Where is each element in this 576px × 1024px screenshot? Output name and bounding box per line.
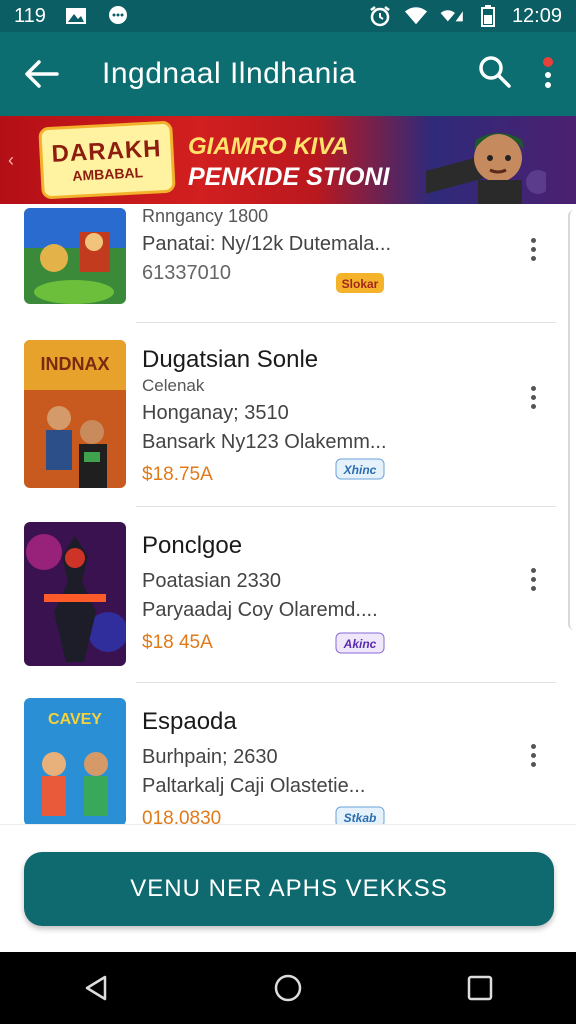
status-bar: 119 12:09 bbox=[0, 0, 576, 32]
list-item[interactable]: Ponclgoe Poatasian 2330 Paryaadaj Coy Ol… bbox=[0, 508, 576, 684]
list-item[interactable]: INDNAX Dugatsian Sonle Celenak Honganay;… bbox=[0, 324, 576, 506]
svg-text:Xhinc: Xhinc bbox=[343, 463, 377, 477]
scrollbar[interactable] bbox=[568, 210, 576, 630]
rating-badge-icon: Slokar bbox=[336, 273, 384, 293]
app-description: Paltarkalj Caji Olastetie... bbox=[142, 775, 366, 797]
divider bbox=[136, 506, 556, 507]
item-menu-button[interactable] bbox=[520, 564, 546, 594]
alarm-icon bbox=[368, 6, 392, 27]
rating-badge-icon: Stkab bbox=[335, 806, 385, 824]
battery-icon bbox=[476, 5, 500, 27]
recents-square-icon[interactable] bbox=[450, 958, 510, 1018]
page-title: Ingdnaal Ilndhania bbox=[102, 57, 357, 90]
banner-headline: GIAMRO KIVA PENKIDE STIONI bbox=[188, 133, 390, 191]
primary-action-button[interactable]: VENU NER APHS VEKKSS bbox=[24, 852, 554, 926]
system-nav-bar bbox=[0, 952, 576, 1024]
banner-character-image bbox=[426, 133, 546, 204]
banner-logo: DARAKH AMBABAL bbox=[38, 120, 176, 200]
gallery-icon bbox=[64, 6, 88, 26]
item-menu-button[interactable] bbox=[520, 740, 546, 770]
rating-badge-icon: Xhinc bbox=[335, 458, 385, 480]
home-circle-icon[interactable] bbox=[258, 958, 318, 1018]
list-item[interactable]: Rnngancy 1800 Panatai: Ny/12k Dutemala..… bbox=[0, 204, 576, 320]
divider bbox=[136, 682, 556, 683]
app-title: Dugatsian Sonle bbox=[142, 346, 319, 373]
app-bar: Ingdnaal Ilndhania bbox=[0, 32, 576, 116]
app-list[interactable]: Rnngancy 1800 Panatai: Ny/12k Dutemala..… bbox=[0, 204, 576, 824]
app-developer: Celenak bbox=[142, 376, 205, 395]
signal-icon bbox=[440, 6, 464, 26]
svg-text:Stkab: Stkab bbox=[344, 811, 377, 824]
status-time-left: 119 bbox=[14, 4, 46, 27]
list-item[interactable]: CAVEY Espaoda Burhpain; 2630 Paltarkalj … bbox=[0, 684, 576, 824]
app-version: Burhpain; 2630 bbox=[142, 746, 278, 768]
app-description: Bansark Ny123 Olakemm... bbox=[142, 431, 387, 453]
app-description: Panatai: Ny/12k Dutemala... bbox=[142, 233, 392, 255]
item-menu-button[interactable] bbox=[520, 234, 546, 264]
app-thumbnail: CAVEY bbox=[24, 698, 126, 824]
app-description: Paryaadaj Coy Olaremd.... bbox=[142, 599, 378, 621]
svg-text:Akinc: Akinc bbox=[343, 637, 377, 651]
chat-icon bbox=[106, 6, 130, 26]
app-version: Poatasian 2330 bbox=[142, 570, 282, 592]
back-arrow-icon[interactable] bbox=[0, 32, 82, 116]
app-thumbnail bbox=[24, 522, 126, 666]
search-icon[interactable] bbox=[478, 55, 512, 94]
app-price: 018.0830 bbox=[142, 808, 222, 824]
app-title: Ponclgoe bbox=[142, 532, 243, 559]
wifi-icon bbox=[404, 6, 428, 26]
app-thumbnail: INDNAX bbox=[24, 340, 126, 488]
item-menu-button[interactable] bbox=[520, 382, 546, 412]
app-title: Espaoda bbox=[142, 708, 237, 735]
status-clock: 12:09 bbox=[511, 4, 562, 27]
app-thumbnail bbox=[24, 208, 126, 304]
divider bbox=[136, 322, 556, 323]
promo-banner[interactable]: ‹ DARAKH AMBABAL GIAMRO KIVA PENKIDE STI… bbox=[0, 116, 576, 204]
svg-text:CAVEY: CAVEY bbox=[48, 711, 102, 728]
svg-text:INDNAX: INDNAX bbox=[40, 354, 109, 374]
app-title: Rnngancy 1800 bbox=[142, 206, 269, 226]
svg-text:Slokar: Slokar bbox=[342, 277, 379, 291]
rating-badge-icon: Akinc bbox=[335, 632, 385, 654]
more-vert-icon[interactable] bbox=[542, 55, 554, 94]
back-triangle-icon[interactable] bbox=[66, 958, 126, 1018]
chevron-left-icon[interactable]: ‹ bbox=[8, 150, 14, 171]
app-version: Honganay; 3510 bbox=[142, 402, 289, 424]
